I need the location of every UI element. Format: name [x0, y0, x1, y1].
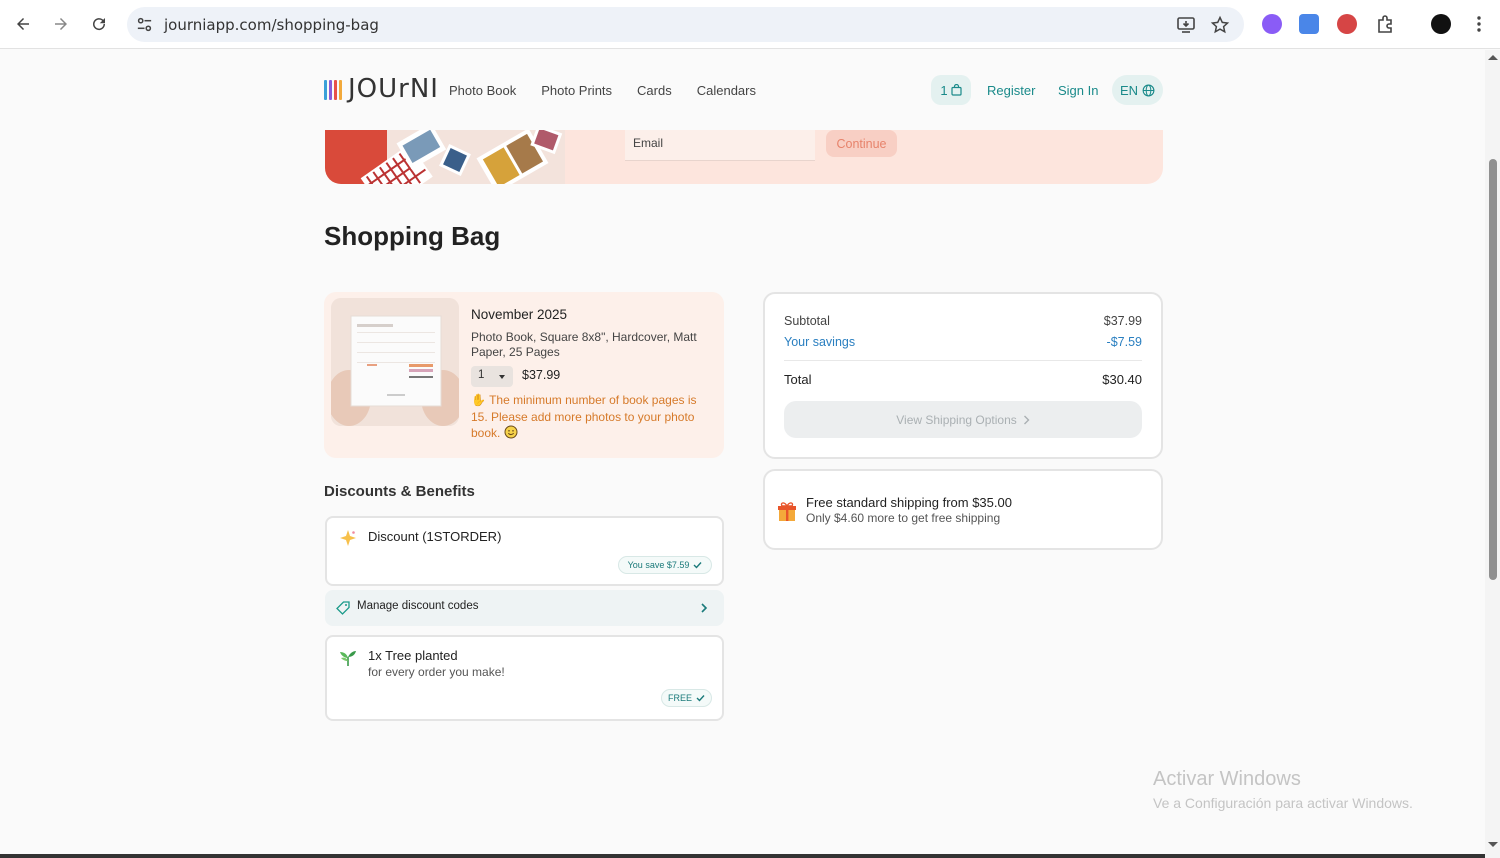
- page-title: Shopping Bag: [324, 221, 501, 251]
- register-link[interactable]: Register: [987, 83, 1035, 98]
- discount-label: Discount (1STORDER): [368, 529, 502, 544]
- reload-icon[interactable]: [85, 10, 113, 38]
- sprout-icon: [340, 651, 356, 666]
- gift-icon: [778, 502, 796, 521]
- taskbar-edge: [0, 854, 1485, 858]
- shipping-button-label: View Shipping Options: [896, 412, 1017, 427]
- savings-label: Your savings: [784, 335, 856, 349]
- windows-activation-subtitle: Ve a Configuración para activar Windows.: [1153, 795, 1413, 811]
- promo-continue-label: Continue: [836, 136, 887, 151]
- language-selector[interactable]: EN: [1112, 75, 1163, 105]
- scroll-thumb[interactable]: [1489, 159, 1497, 580]
- back-icon[interactable]: [9, 10, 37, 38]
- windows-activation-title: Activar Windows: [1153, 768, 1301, 790]
- manage-discount-label: Manage discount codes: [357, 600, 479, 612]
- bag-icon: [951, 84, 962, 96]
- free-badge: FREE: [661, 689, 712, 707]
- total-row: Total $30.40: [784, 372, 1142, 387]
- address-bar[interactable]: journiapp.com/shopping-bag: [127, 7, 1244, 42]
- shopping-bag-button[interactable]: 1: [931, 75, 971, 105]
- nav-photo-book[interactable]: Photo Book: [449, 83, 516, 98]
- discount-card: Discount (1STORDER) You save $7.59: [325, 516, 724, 586]
- product-description: Photo Book, Square 8x8", Hardcover, Matt…: [471, 330, 697, 359]
- tree-subtitle: for every order you make!: [368, 665, 505, 679]
- translate-icon[interactable]: [1299, 14, 1319, 34]
- tree-title: 1x Tree planted: [368, 648, 458, 663]
- total-label: Total: [784, 372, 812, 387]
- chevron-right-icon: [1023, 415, 1030, 424]
- savings-row: Your savings -$7.59: [784, 335, 1142, 349]
- view-shipping-options-button[interactable]: View Shipping Options: [784, 401, 1142, 438]
- product-thumbnail[interactable]: [331, 298, 459, 426]
- logo-bars-icon: [324, 78, 342, 100]
- subtotal-label: Subtotal: [784, 314, 830, 328]
- hand-icon: ✋: [471, 393, 486, 407]
- cart-item-card: November 2025 Photo Book, Square 8x8", H…: [324, 292, 724, 458]
- site-header: JOUrNI Photo Book Photo Prints Cards Cal…: [0, 50, 1485, 130]
- chevron-down-icon: [499, 375, 505, 379]
- promo-email-input[interactable]: Email: [625, 130, 815, 161]
- quantity-select[interactable]: 1: [471, 366, 513, 387]
- promo-continue-button[interactable]: Continue: [826, 130, 897, 157]
- scroll-down-arrow-icon[interactable]: [1488, 842, 1498, 847]
- install-icon[interactable]: [1176, 15, 1196, 35]
- site-settings-icon[interactable]: [135, 15, 154, 34]
- journi-logo[interactable]: JOUrNI: [324, 74, 439, 104]
- order-summary-card: Subtotal $37.99 Your savings -$7.59 Tota…: [763, 292, 1163, 459]
- scroll-up-arrow-icon[interactable]: [1488, 55, 1498, 60]
- savings-badge-text: You save $7.59: [627, 560, 690, 570]
- check-icon: [693, 562, 702, 569]
- nav-calendars[interactable]: Calendars: [697, 83, 756, 98]
- free-shipping-subtitle: Only $4.60 more to get free shipping: [806, 511, 1001, 525]
- forward-icon[interactable]: [47, 10, 75, 38]
- extension-icon[interactable]: [1262, 14, 1282, 34]
- summary-divider: [784, 360, 1142, 361]
- free-shipping-card: Free standard shipping from $35.00 Only …: [763, 469, 1163, 550]
- url-text[interactable]: journiapp.com/shopping-bag: [164, 16, 379, 34]
- subtotal-row: Subtotal $37.99: [784, 314, 1142, 328]
- shield-extension-icon[interactable]: [1337, 14, 1357, 34]
- nav-photo-prints[interactable]: Photo Prints: [541, 83, 612, 98]
- promo-banner: Email Continue: [325, 130, 1163, 184]
- check-icon: [696, 695, 705, 702]
- bag-count: 1: [940, 82, 948, 98]
- product-title[interactable]: November 2025: [471, 307, 567, 322]
- nav-cards[interactable]: Cards: [637, 83, 672, 98]
- language-label: EN: [1119, 82, 1139, 98]
- quantity-value: 1: [478, 369, 485, 381]
- chevron-right-icon: [701, 603, 708, 613]
- total-value: $30.40: [1102, 372, 1142, 387]
- promo-email-placeholder: Email: [633, 136, 664, 150]
- discounts-section-title: Discounts & Benefits: [324, 483, 475, 500]
- photo-book-image: [331, 298, 459, 426]
- tag-icon: [336, 601, 350, 615]
- menu-dots-icon[interactable]: [1469, 14, 1489, 34]
- profile-avatar[interactable]: [1431, 14, 1451, 34]
- browser-toolbar: journiapp.com/shopping-bag: [0, 0, 1500, 49]
- min-pages-warning: ✋ The minimum number of book pages is 15…: [471, 392, 715, 442]
- puzzle-icon[interactable]: [1375, 14, 1395, 34]
- promo-photos-image: [325, 130, 565, 184]
- free-shipping-title: Free standard shipping from $35.00: [806, 495, 1012, 510]
- product-price: $37.99: [522, 368, 561, 382]
- tree-planted-card: 1x Tree planted for every order you make…: [325, 635, 724, 721]
- bookmark-star-icon[interactable]: [1210, 15, 1230, 35]
- savings-badge: You save $7.59: [618, 556, 712, 574]
- manage-discount-codes-row[interactable]: Manage discount codes: [325, 590, 724, 626]
- logo-text: JOUrNI: [348, 74, 439, 104]
- sign-in-link[interactable]: Sign In: [1058, 83, 1098, 98]
- savings-value: -$7.59: [1106, 335, 1142, 349]
- subtotal-value: $37.99: [1103, 314, 1142, 328]
- sparkle-icon: [340, 530, 356, 546]
- main-nav: Photo Book Photo Prints Cards Calendars: [449, 83, 781, 98]
- free-badge-text: FREE: [668, 693, 693, 703]
- globe-icon: [1142, 84, 1155, 96]
- smile-icon: [504, 425, 518, 439]
- page-scrollbar[interactable]: [1485, 50, 1500, 858]
